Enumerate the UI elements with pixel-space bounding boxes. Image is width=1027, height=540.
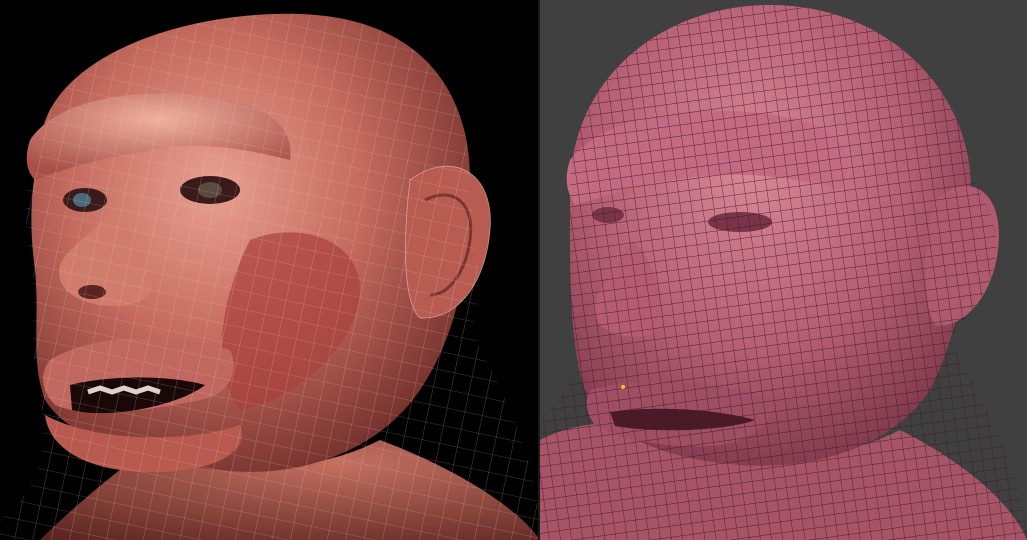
textured-render-panel	[0, 0, 540, 540]
wire-overlay-dense	[540, 5, 1027, 540]
comparison-image	[0, 0, 1027, 540]
wireframe-viewport-panel	[540, 0, 1027, 540]
wireframe-head-render	[540, 5, 1027, 540]
textured-head-render	[0, 13, 540, 540]
wire-overlay	[0, 13, 540, 540]
vertex-marker	[621, 385, 625, 389]
